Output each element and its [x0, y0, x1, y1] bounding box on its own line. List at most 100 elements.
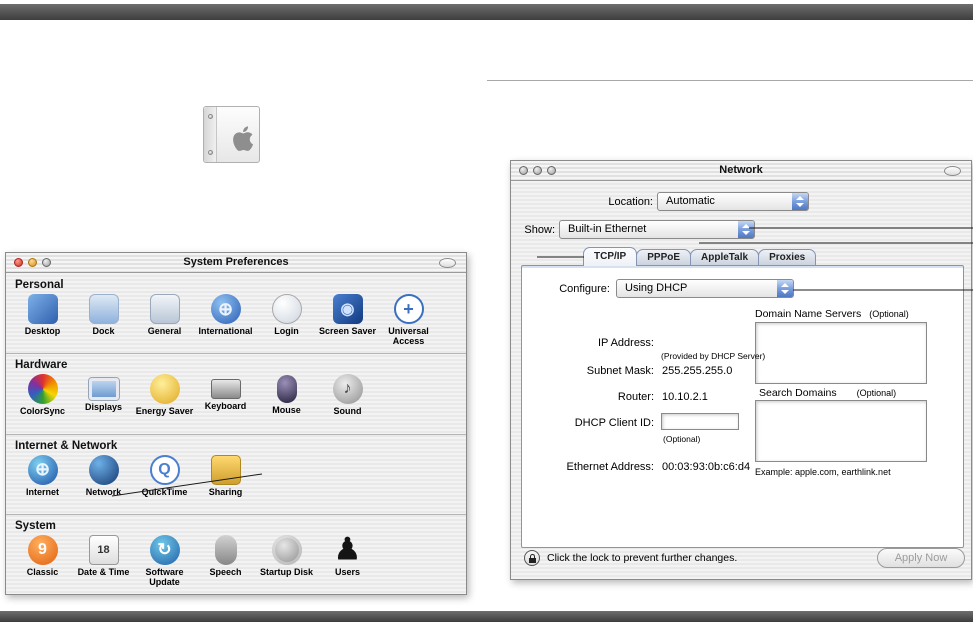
network-icon — [88, 454, 119, 485]
tcpip-panel: Configure: Using DHCP Domain Name Server… — [521, 265, 964, 548]
sharing-icon — [210, 454, 241, 485]
login-icon — [271, 294, 302, 324]
dropdown-stepper-icon — [738, 221, 754, 238]
pref-item-mouse[interactable]: Mouse — [256, 374, 317, 416]
pref-item-label: General — [147, 326, 182, 336]
pref-item-displays[interactable]: Displays — [73, 374, 134, 416]
tab-tcp-ip[interactable]: TCP/IP — [583, 247, 638, 266]
dhcp-client-id-note: (Optional) — [663, 434, 701, 444]
pref-item-software-update[interactable]: ↻ Software Update — [134, 534, 195, 587]
network-titlebar[interactable]: Network — [511, 161, 971, 181]
pref-item-label: Internet — [25, 486, 59, 497]
pref-item-label: International — [198, 326, 253, 336]
section-header-system: System — [15, 519, 56, 532]
switchplate-strip — [204, 107, 217, 162]
desktop-icon — [27, 294, 58, 324]
configure-dropdown[interactable]: Using DHCP — [616, 279, 794, 298]
pref-item-login[interactable]: Login — [256, 294, 317, 346]
tab-proxies[interactable]: Proxies — [758, 249, 817, 266]
pref-item-screen-saver[interactable]: ◉ Screen Saver — [317, 294, 378, 346]
screen-saver-icon: ◉ — [332, 294, 363, 324]
pref-item-dock[interactable]: Dock — [73, 294, 134, 346]
show-value: Built-in Ethernet — [568, 223, 647, 235]
date-time-icon: 18 — [88, 534, 119, 565]
screw-icon — [208, 114, 213, 119]
pref-item-network[interactable]: Network — [73, 454, 134, 497]
pref-item-label: QuickTime — [141, 486, 188, 497]
dhcp-client-id-label: DHCP Client ID: — [574, 417, 654, 429]
pref-item-energy-saver[interactable]: Energy Saver — [134, 374, 195, 416]
ip-address-label: IP Address: — [597, 337, 654, 349]
pref-item-universal-access[interactable]: + Universal Access — [378, 294, 439, 346]
prefs-section-personal: Personal Desktop Dock General ⊕ International… — [6, 274, 466, 355]
pref-item-label: ColorSync — [19, 406, 65, 417]
pref-item-desktop[interactable]: Desktop — [12, 294, 73, 346]
tab-pppoe[interactable]: PPPoE — [636, 249, 692, 266]
pref-item-classic[interactable]: 9 Classic — [12, 534, 73, 587]
prefs-section-system: System 9 Classic 18 Date & Time ↻ Software Upd… — [6, 515, 466, 594]
pref-item-general[interactable]: General — [134, 294, 195, 346]
search-domains-title: Search Domains — [759, 387, 837, 399]
apple-logo-icon — [233, 126, 254, 151]
show-dropdown[interactable]: Built-in Ethernet — [559, 220, 755, 239]
prefs-section-hardware: Hardware ColorSync Displays Energy Saver Key… — [6, 354, 466, 435]
section-row: ⊕ Internet Network Q QuickTime Sharing — [6, 454, 466, 497]
pref-item-label: Universal Access — [388, 326, 429, 346]
sound-icon: ♪ — [332, 374, 363, 405]
section-row: Desktop Dock General ⊕ International Login ◉ Sc… — [6, 293, 466, 346]
section-row: 9 Classic 18 Date & Time ↻ Software Update Spe… — [6, 534, 466, 587]
apply-now-button[interactable]: Apply Now — [877, 548, 965, 568]
pref-item-international[interactable]: ⊕ International — [195, 294, 256, 346]
subnet-mask-label: Subnet Mask: — [586, 365, 654, 377]
pref-item-keyboard[interactable]: Keyboard — [195, 374, 256, 416]
section-row: ColorSync Displays Energy Saver Keyboard Mou… — [6, 373, 466, 416]
tab-appletalk[interactable]: AppleTalk — [690, 249, 760, 266]
system-preferences-titlebar[interactable]: System Preferences — [6, 253, 466, 273]
location-label: Location: — [608, 196, 653, 208]
users-icon: ♟ — [334, 532, 361, 566]
pref-item-label: Classic — [26, 566, 59, 577]
pref-item-label: Startup Disk — [259, 566, 313, 577]
pref-item-users[interactable]: ♟ Users — [317, 532, 378, 587]
system-preferences-app-icon[interactable] — [203, 106, 260, 163]
page-divider-rule — [487, 80, 973, 81]
dns-servers-header: Domain Name Servers (Optional) — [755, 308, 909, 320]
window-title: System Preferences — [183, 256, 289, 268]
search-domains-textarea[interactable] — [755, 400, 927, 462]
toolbar-toggle-button[interactable] — [439, 258, 456, 268]
show-label: Show: — [524, 224, 555, 236]
system-preferences-window: System Preferences Personal Desktop Dock Ge… — [5, 252, 467, 595]
network-tabs: TCP/IP PPPoE AppleTalk Proxies — [583, 247, 817, 266]
dns-servers-title: Domain Name Servers — [755, 308, 862, 320]
subnet-mask-value: 255.255.255.0 — [662, 365, 733, 377]
ethernet-address-label: Ethernet Address: — [566, 461, 654, 473]
pref-item-internet[interactable]: ⊕ Internet — [12, 454, 73, 497]
pref-item-date-time[interactable]: 18 Date & Time — [73, 534, 134, 587]
lock-icon — [529, 554, 536, 563]
dhcp-client-id-input[interactable] — [661, 413, 739, 430]
manual-page: System Preferences Personal Desktop Dock Ge… — [0, 0, 973, 624]
pref-item-startup-disk[interactable]: Startup Disk — [256, 534, 317, 587]
classic-icon: 9 — [27, 534, 58, 565]
pref-item-speech[interactable]: Speech — [195, 534, 256, 587]
configure-value: Using DHCP — [625, 282, 688, 294]
pref-item-colorsync[interactable]: ColorSync — [12, 374, 73, 416]
lock-button[interactable] — [524, 550, 540, 566]
dns-servers-textarea[interactable] — [755, 322, 927, 384]
pref-item-label: Energy Saver — [135, 406, 194, 417]
internet-icon: ⊕ — [27, 454, 58, 485]
location-dropdown[interactable]: Automatic — [657, 192, 809, 211]
search-domains-header: Search Domains (Optional) — [759, 387, 896, 399]
pref-item-quicktime[interactable]: Q QuickTime — [134, 454, 195, 497]
pref-item-sound[interactable]: ♪ Sound — [317, 374, 378, 416]
dropdown-stepper-icon — [777, 280, 793, 297]
network-window: Network Location: Automatic Show: Built-… — [510, 160, 972, 580]
toolbar-toggle-button[interactable] — [944, 166, 961, 176]
pref-item-sharing[interactable]: Sharing — [195, 454, 256, 497]
search-domains-optional-note: (Optional) — [856, 388, 897, 398]
pref-item-label: Date & Time — [77, 566, 130, 577]
quicktime-icon: Q — [149, 454, 180, 485]
preferences-grid: Personal Desktop Dock General ⊕ International… — [6, 274, 466, 594]
dock-icon — [88, 294, 119, 324]
startup-disk-icon — [271, 534, 302, 565]
